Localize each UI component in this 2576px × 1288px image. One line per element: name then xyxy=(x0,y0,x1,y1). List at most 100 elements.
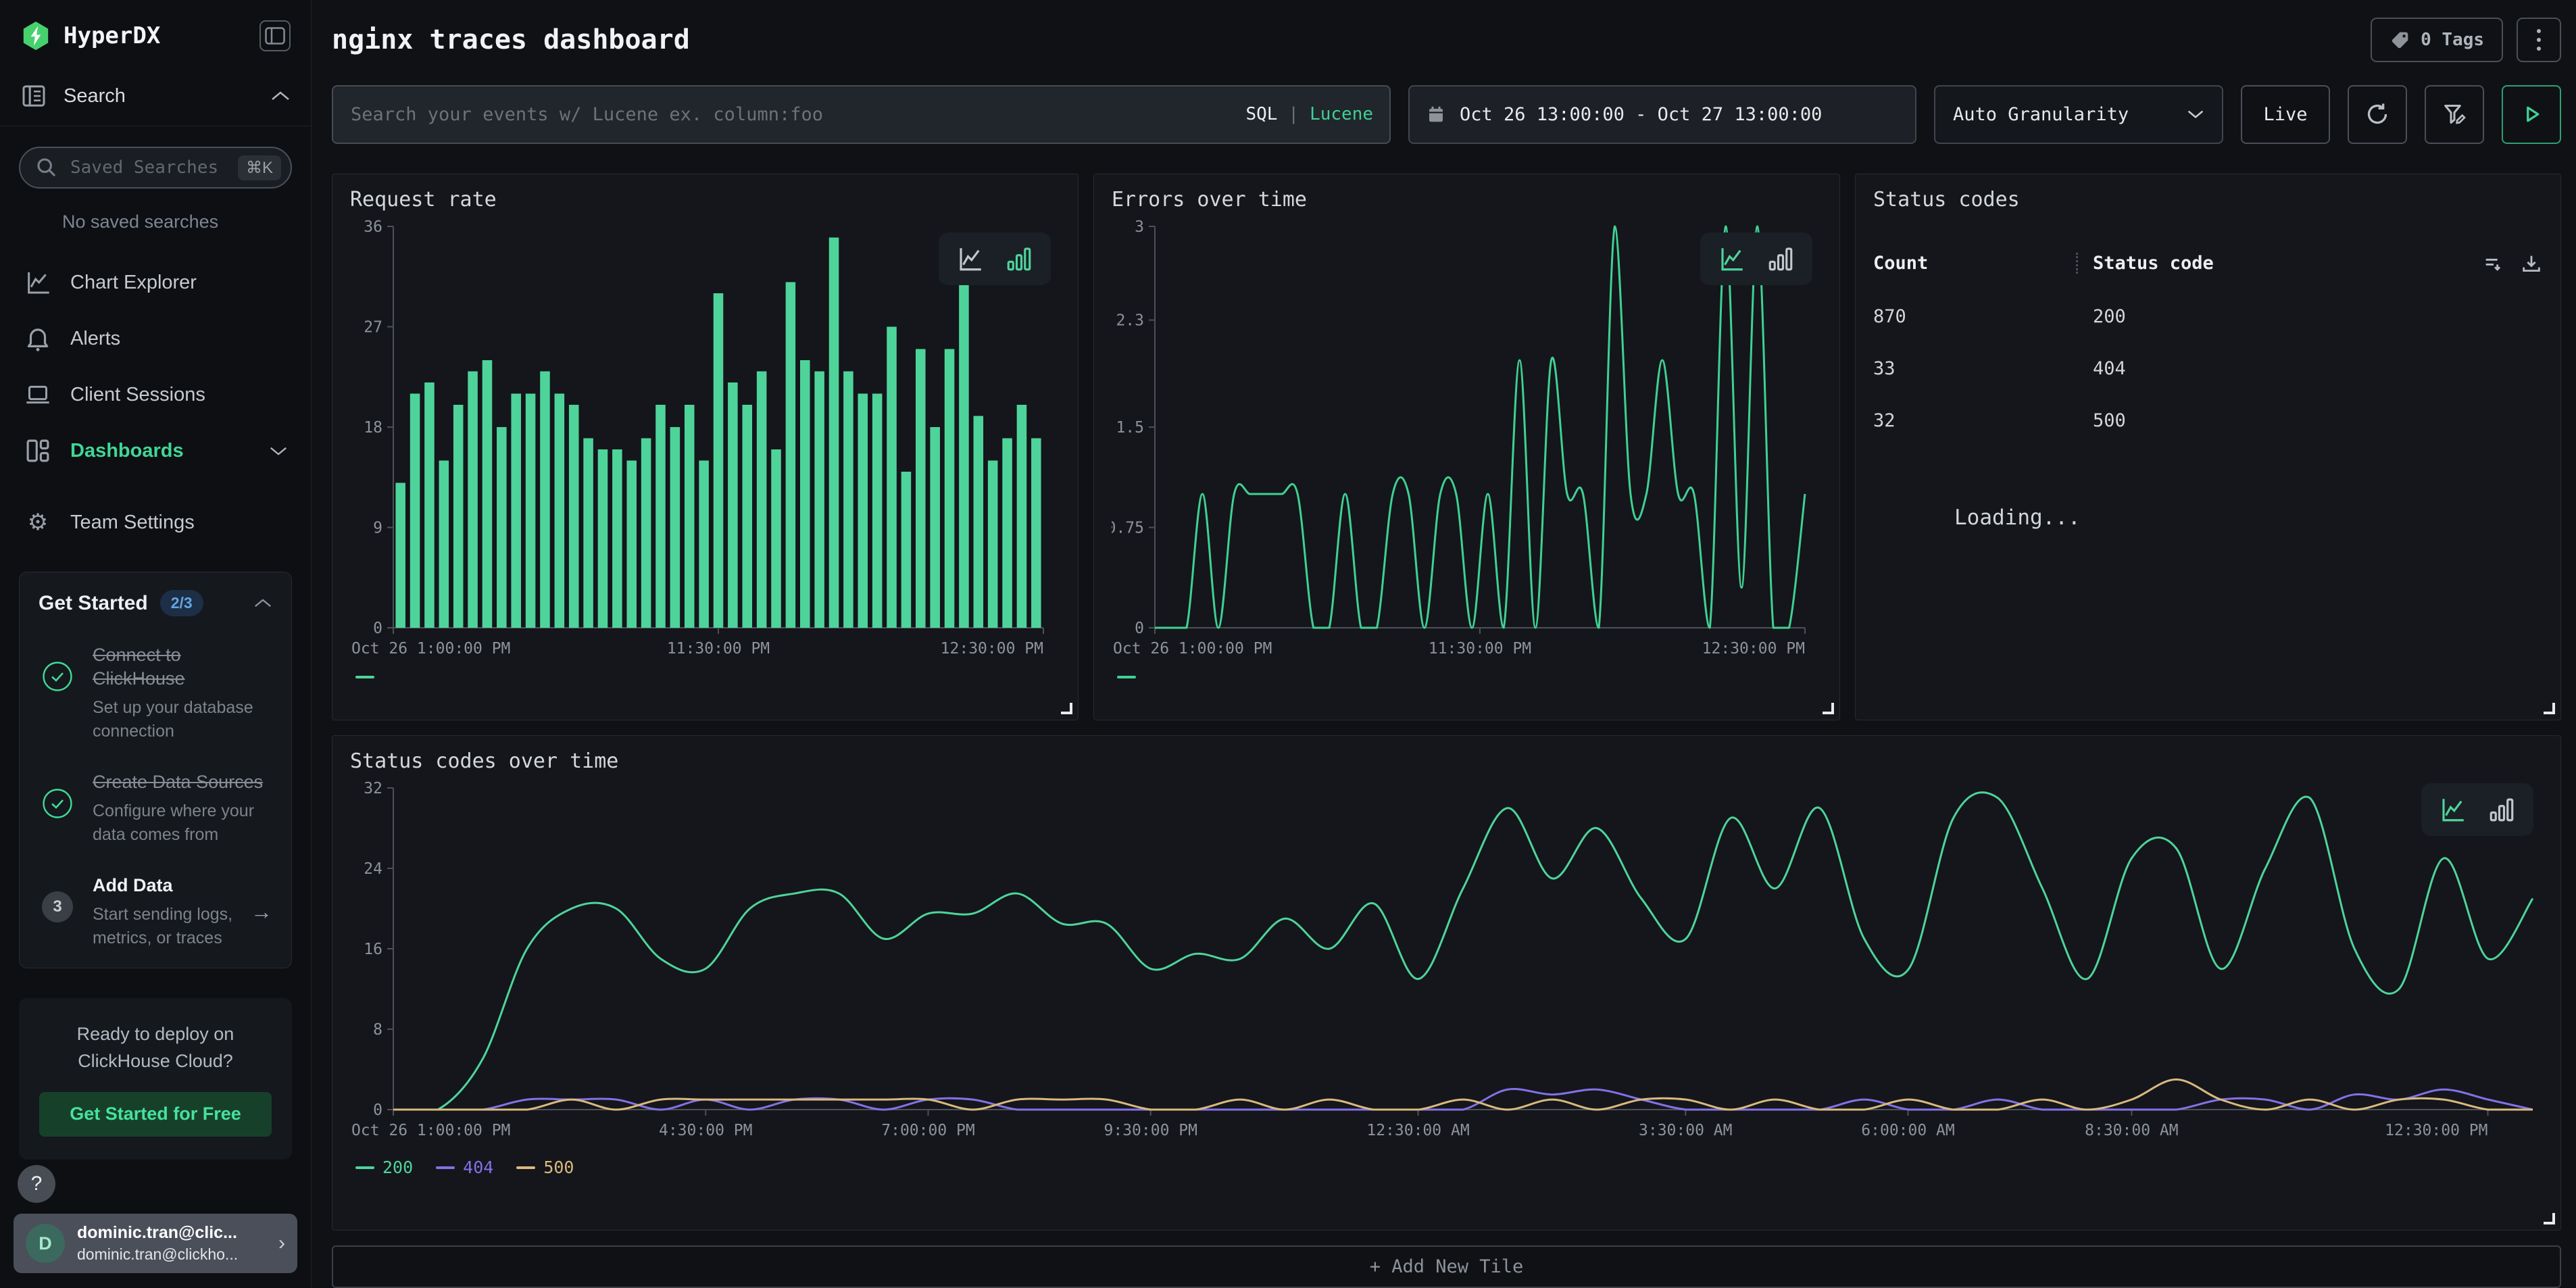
legend-item[interactable]: 404 xyxy=(436,1158,493,1177)
svg-text:Oct 26 1:00:00 PM: Oct 26 1:00:00 PM xyxy=(351,640,510,658)
chart-legend: 200 404 500 xyxy=(355,1158,2543,1177)
step-desc: Configure where your data comes from xyxy=(93,799,272,847)
table-row[interactable]: 33404 xyxy=(1873,358,2543,379)
svg-text:8: 8 xyxy=(373,1021,382,1039)
dashboards-icon xyxy=(23,437,53,465)
query-language-toggle: SQL | Lucene xyxy=(1245,104,1373,124)
run-query-button[interactable] xyxy=(2502,85,2561,144)
legend-dash-icon xyxy=(516,1166,535,1169)
svg-text:6:00:00 AM: 6:00:00 AM xyxy=(1861,1122,1954,1139)
sidebar-item-chart-explorer[interactable]: Chart Explorer xyxy=(19,258,292,307)
legend-item[interactable]: 200 xyxy=(355,1158,413,1177)
tags-label: 0 Tags xyxy=(2421,30,2484,50)
sidebar-item-dashboards[interactable]: Dashboards xyxy=(19,426,292,476)
legend-item[interactable]: 500 xyxy=(516,1158,574,1177)
date-range-value: Oct 26 13:00:00 - Oct 27 13:00:00 xyxy=(1460,104,1822,125)
table-cell: 33 xyxy=(1873,358,2076,379)
table-cell: 404 xyxy=(2076,358,2543,379)
sidebar-item-label: Client Sessions xyxy=(70,384,288,406)
toggle-divider: | xyxy=(1288,104,1299,124)
step-title: Create Data Sources xyxy=(93,770,272,794)
svg-text:0: 0 xyxy=(373,620,382,637)
tags-button[interactable]: 0 Tags xyxy=(2371,18,2503,62)
sidebar-item-label: Chart Explorer xyxy=(70,272,288,294)
sidebar-scroll-area: ⌘K No saved searches Chart Explorer Aler… xyxy=(0,126,311,1165)
deploy-text-line1: Ready to deploy on xyxy=(39,1021,272,1047)
loading-text: Loading... xyxy=(1954,505,2543,530)
sort-icon[interactable] xyxy=(2482,252,2505,275)
sidebar-item-client-sessions[interactable]: Client Sessions xyxy=(19,370,292,419)
sidebar: HyperDX Search ⌘K No saved searches Char… xyxy=(0,0,312,1288)
download-icon[interactable] xyxy=(2520,252,2543,275)
lucene-toggle[interactable]: Lucene xyxy=(1310,104,1373,124)
panel-title: Request rate xyxy=(350,188,1060,212)
line-chart-toggle-icon[interactable] xyxy=(2439,795,2467,824)
column-header-status-code[interactable]: Status code xyxy=(2076,253,2482,274)
add-new-tile-button[interactable]: + Add New Tile xyxy=(332,1245,2561,1288)
collapse-sidebar-button[interactable] xyxy=(259,20,291,51)
step-desc: Start sending logs, metrics, or traces xyxy=(93,903,234,950)
sql-toggle[interactable]: SQL xyxy=(1245,104,1277,124)
deploy-text-line2: ClickHouse Cloud? xyxy=(39,1048,272,1074)
step-connect-clickhouse[interactable]: Connect to ClickHouse Set up your databa… xyxy=(39,643,272,743)
dashboard-menu-button[interactable] xyxy=(2517,18,2561,62)
svg-text:9:30:00 PM: 9:30:00 PM xyxy=(1104,1122,1197,1139)
svg-text:32: 32 xyxy=(364,780,382,797)
get-started-header[interactable]: Get Started 2/3 xyxy=(39,590,272,616)
panel-title: Status codes xyxy=(1873,188,2543,212)
help-button[interactable]: ? xyxy=(18,1165,55,1203)
saved-searches-input[interactable] xyxy=(69,157,238,178)
line-chart-toggle-icon[interactable] xyxy=(1718,245,1746,273)
play-icon xyxy=(2519,102,2544,126)
svg-text:12:30:00 AM: 12:30:00 AM xyxy=(1366,1122,1469,1139)
table-cell: 870 xyxy=(1873,306,2076,327)
bar-chart-toggle-icon[interactable] xyxy=(1766,245,1795,273)
step-add-data[interactable]: 3 Add Data Start sending logs, metrics, … xyxy=(39,874,272,950)
app-root: HyperDX Search ⌘K No saved searches Char… xyxy=(0,0,2576,1288)
panel-title: Errors over time xyxy=(1112,188,1822,212)
step-title: Add Data xyxy=(93,874,234,897)
column-header-count[interactable]: Count xyxy=(1873,253,2076,274)
refresh-button[interactable] xyxy=(2348,85,2407,144)
date-range-picker[interactable]: Oct 26 13:00:00 - Oct 27 13:00:00 xyxy=(1408,85,1916,144)
get-started-card: Get Started 2/3 Connect to ClickHouse Se… xyxy=(19,572,292,968)
legend-item xyxy=(1117,676,1136,678)
user-menu[interactable]: D dominic.tran@clic... dominic.tran@clic… xyxy=(14,1214,297,1273)
svg-text:3:30:00 AM: 3:30:00 AM xyxy=(1639,1122,1732,1139)
chart-explorer-icon xyxy=(23,269,53,296)
sidebar-item-alerts[interactable]: Alerts xyxy=(19,314,292,364)
bar-chart-toggle-icon[interactable] xyxy=(2487,795,2516,824)
chevron-right-icon: › xyxy=(278,1232,285,1255)
svg-text:8:30:00 AM: 8:30:00 AM xyxy=(2085,1122,2178,1139)
step-create-data-sources[interactable]: Create Data Sources Configure where your… xyxy=(39,770,272,847)
table-row[interactable]: 870200 xyxy=(1873,306,2543,327)
bar-chart-toggle-icon[interactable] xyxy=(1005,245,1033,273)
event-search-box: SQL | Lucene xyxy=(332,85,1391,144)
dashboard-header: nginx traces dashboard 0 Tags xyxy=(332,18,2561,62)
line-chart-toggle-icon[interactable] xyxy=(956,245,985,273)
filter-button[interactable] xyxy=(2425,85,2484,144)
table-row[interactable]: 32500 xyxy=(1873,410,2543,431)
table-header: Count Status code xyxy=(1873,252,2543,275)
get-started-title: Get Started xyxy=(39,592,148,615)
get-started-free-button[interactable]: Get Started for Free xyxy=(39,1092,272,1137)
bell-icon xyxy=(23,324,53,353)
legend-label: 200 xyxy=(382,1158,413,1177)
live-button[interactable]: Live xyxy=(2241,85,2330,144)
dashboard-row-1: Request rate 09182736Oct 26 1:00:00 PM11… xyxy=(332,174,2561,720)
legend-dash-icon xyxy=(355,676,374,678)
event-search-input[interactable] xyxy=(349,103,1245,126)
svg-text:2.3: 2.3 xyxy=(1116,312,1144,329)
svg-text:0.75: 0.75 xyxy=(1112,519,1144,537)
get-started-progress-badge: 2/3 xyxy=(160,590,203,616)
saved-searches-search[interactable]: ⌘K xyxy=(19,147,292,189)
sidebar-item-label: Alerts xyxy=(70,328,288,350)
sidebar-section-search[interactable]: Search xyxy=(0,70,311,126)
errors-over-time-panel: Errors over time 00.751.52.33Oct 26 1:00… xyxy=(1093,174,1840,720)
gear-icon: ⚙ xyxy=(23,511,53,534)
granularity-select[interactable]: Auto Granularity xyxy=(1934,85,2223,144)
shortcut-badge: ⌘K xyxy=(238,155,281,180)
legend-dash-icon xyxy=(1117,676,1136,678)
sidebar-item-team-settings[interactable]: ⚙ Team Settings xyxy=(19,500,292,545)
svg-text:16: 16 xyxy=(364,941,382,958)
